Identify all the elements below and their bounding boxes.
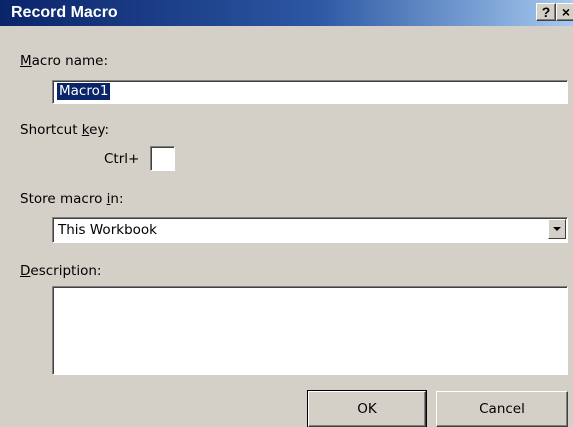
shortcut-key-input[interactable] xyxy=(150,146,175,171)
close-icon: × xyxy=(561,4,571,20)
description-label: Description: xyxy=(20,263,102,279)
description-textarea[interactable] xyxy=(52,286,568,375)
store-macro-label: Store macro in: xyxy=(20,191,124,207)
cancel-button[interactable]: Cancel xyxy=(436,391,568,427)
macro-name-value: Macro1 xyxy=(55,82,112,101)
chevron-down-icon xyxy=(553,227,561,231)
shortcut-key-label: Shortcut key: xyxy=(20,122,110,138)
macro-name-label: Macro name: xyxy=(20,53,108,69)
close-button[interactable]: × xyxy=(556,3,573,21)
ctrl-prefix-label: Ctrl+ xyxy=(104,151,140,167)
store-macro-select[interactable]: This Workbook xyxy=(52,217,568,243)
record-macro-dialog: Record Macro ? × Macro name: Macro1 Shor… xyxy=(0,0,573,427)
window-title: Record Macro xyxy=(11,4,118,21)
macro-name-input[interactable]: Macro1 xyxy=(52,80,568,104)
help-button[interactable]: ? xyxy=(536,3,556,21)
store-macro-value: This Workbook xyxy=(58,222,157,238)
store-macro-dropdown-button[interactable] xyxy=(548,219,566,239)
title-bar[interactable]: Record Macro ? × xyxy=(0,0,573,26)
ok-button[interactable]: OK xyxy=(307,390,427,427)
help-icon: ? xyxy=(541,4,551,20)
